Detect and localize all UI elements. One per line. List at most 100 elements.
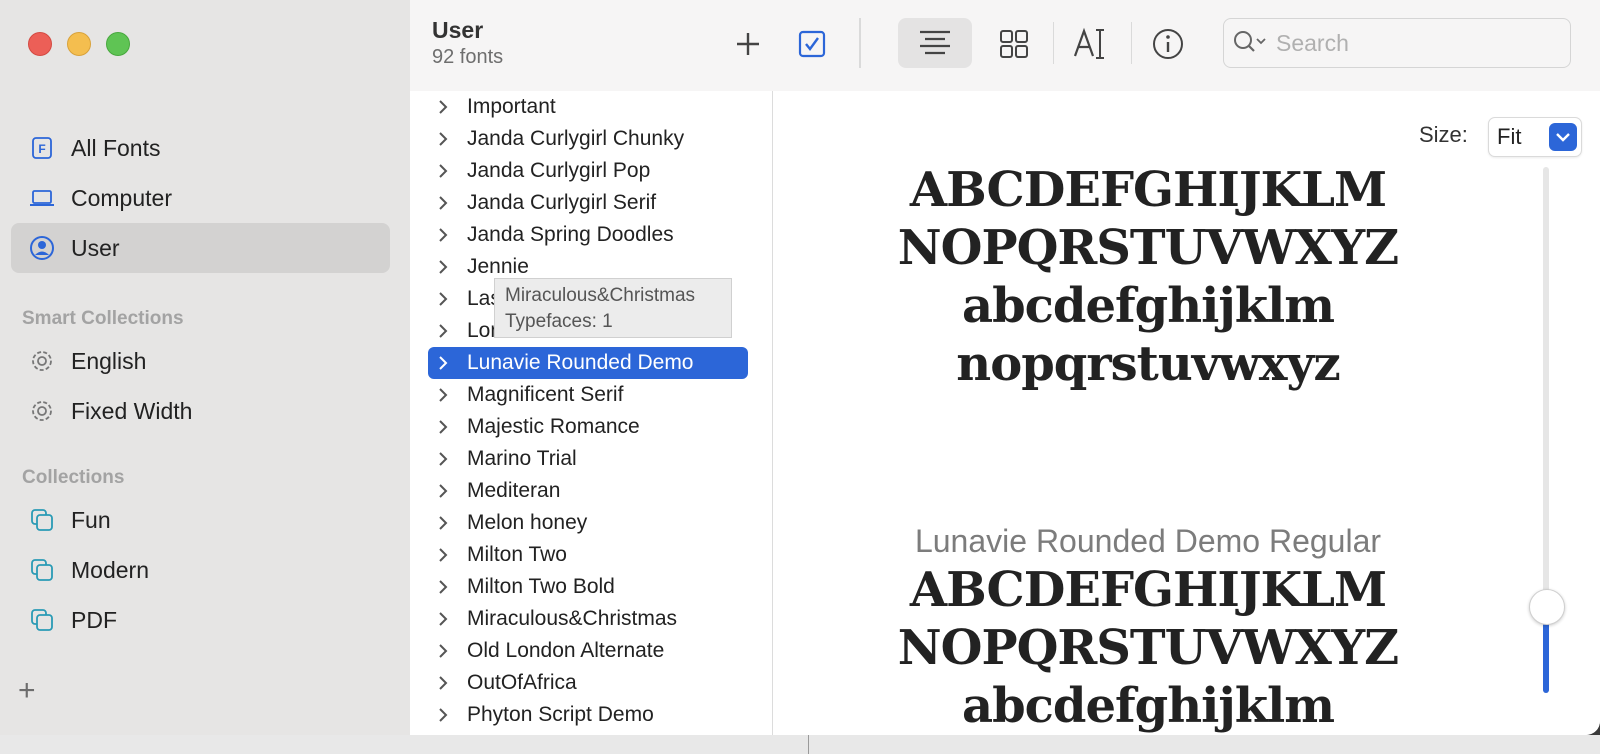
tooltip: Miraculous&Christmas Typefaces: 1 [494, 278, 732, 338]
font-list-item[interactable]: Janda Spring Doodles [428, 219, 748, 251]
user-circle-icon [27, 233, 57, 263]
chevron-right-icon[interactable] [437, 515, 453, 531]
size-value: Fit [1497, 124, 1522, 149]
chevron-right-icon[interactable] [437, 675, 453, 691]
sidebar-item-pdf[interactable]: PDF [11, 595, 390, 645]
font-list-item[interactable]: OutOfAfrica [428, 667, 748, 699]
sidebar-item-label: Fixed Width [71, 397, 193, 424]
font-family-name: Marino Trial [467, 447, 577, 470]
font-family-name: Phyton Script Demo [467, 703, 654, 726]
size-slider-knob[interactable] [1529, 589, 1565, 625]
sidebar-item-label: Modern [71, 556, 149, 583]
grid-view-button[interactable] [994, 24, 1034, 64]
chevron-right-icon[interactable] [437, 483, 453, 499]
chevron-right-icon[interactable] [437, 195, 453, 211]
font-list-item[interactable]: Mediteran [428, 475, 748, 507]
chevron-right-icon[interactable] [437, 163, 453, 179]
chevron-right-icon[interactable] [437, 323, 453, 339]
font-list[interactable]: Important Janda Curlygirl Chunky Janda Cur… [410, 91, 773, 735]
font-book-icon: F [27, 133, 57, 163]
sidebar-item-fixed-width[interactable]: Fixed Width [11, 386, 390, 436]
toolbar: User 92 fonts Search [410, 0, 1600, 92]
close-button[interactable] [28, 32, 52, 56]
font-family-name: Old London Alternate [467, 639, 665, 662]
chevron-right-icon[interactable] [437, 291, 453, 307]
font-list-item[interactable]: Marino Trial [428, 443, 748, 475]
chevron-right-icon[interactable] [437, 419, 453, 435]
chevron-right-icon[interactable] [437, 707, 453, 723]
chevron-right-icon[interactable] [437, 131, 453, 147]
font-size-button[interactable] [1068, 22, 1112, 66]
chevron-right-icon[interactable] [437, 355, 453, 371]
plus-icon [737, 33, 759, 55]
chevron-right-icon[interactable] [437, 99, 453, 115]
sidebar-item-modern[interactable]: Modern [11, 545, 390, 595]
font-list-item[interactable]: Janda Curlygirl Serif [428, 187, 748, 219]
font-list-item[interactable]: Important [428, 91, 748, 123]
sidebar-item-label: English [71, 347, 147, 374]
font-list-item[interactable]: Melon honey [428, 507, 748, 539]
font-list-item[interactable]: Lunavie Rounded Demo [428, 347, 748, 379]
font-list-item[interactable]: Magnificent Serif [428, 379, 748, 411]
chevron-right-icon[interactable] [437, 611, 453, 627]
font-family-name: Majestic Romance [467, 415, 640, 438]
font-family-name: Janda Curlygirl Chunky [467, 127, 685, 150]
sidebar-item-english[interactable]: English [11, 336, 390, 386]
validate-font-button[interactable] [792, 24, 832, 64]
add-font-button[interactable] [728, 24, 768, 64]
toolbar-divider [859, 18, 861, 68]
info-icon [1153, 29, 1183, 59]
chevron-right-icon[interactable] [437, 227, 453, 243]
typeface-name: Lunavie Rounded Demo Regular [914, 523, 1382, 559]
sample-line: abcdefghijklm [962, 678, 1335, 734]
font-family-name: Melon honey [467, 511, 588, 534]
collection-icon [27, 605, 57, 635]
chevron-right-icon[interactable] [437, 643, 453, 659]
font-list-item[interactable]: Milton Two [428, 539, 748, 571]
font-list-item[interactable]: Miraculous&Christmas [428, 603, 748, 635]
sidebar-item-user[interactable]: User [11, 223, 390, 273]
chevron-right-icon[interactable] [437, 387, 453, 403]
font-list-item[interactable]: Majestic Romance [428, 411, 748, 443]
search-field[interactable]: Search [1223, 18, 1571, 68]
window-controls [28, 32, 130, 56]
text-cursor-icon [1073, 27, 1104, 59]
gear-icon [27, 346, 57, 376]
checkbox-icon [798, 30, 826, 58]
font-family-name: Janda Spring Doodles [467, 223, 674, 246]
font-list-item[interactable]: Phyton Script Demo [428, 699, 748, 731]
font-list-item[interactable]: Old London Alternate [428, 635, 748, 667]
font-list-item[interactable]: Janda Curlygirl Chunky [428, 123, 748, 155]
add-collection-button[interactable]: + [18, 676, 36, 706]
sidebar-item-label: All Fonts [71, 134, 161, 161]
font-list-item[interactable]: Janda Curlygirl Pop [428, 155, 748, 187]
toolbar-divider [1053, 22, 1054, 64]
sidebar-item-computer[interactable]: Computer [11, 173, 390, 223]
font-list-item[interactable]: Milton Two Bold [428, 571, 748, 603]
collections-heading: Collections [22, 467, 125, 488]
font-family-name: Jennie [467, 255, 529, 278]
font-family-name: Janda Curlygirl Serif [467, 191, 657, 214]
chevron-right-icon[interactable] [437, 579, 453, 595]
chevron-right-icon[interactable] [437, 547, 453, 563]
laptop-icon [27, 183, 57, 213]
sidebar-item-all-fonts[interactable]: F All Fonts [11, 123, 390, 173]
info-button[interactable] [1146, 22, 1190, 66]
sidebar-item-fun[interactable]: Fun [11, 495, 390, 545]
size-select[interactable]: Fit [1488, 117, 1582, 157]
tooltip-title: Miraculous&Christmas [505, 285, 696, 306]
sample-line: ABCDEFGHIJKLM [909, 162, 1387, 218]
font-family-name: Milton Two [467, 543, 567, 566]
sidebar-item-label: Computer [71, 184, 172, 211]
search-placeholder: Search [1276, 29, 1349, 56]
font-family-name: OutOfAfrica [467, 671, 577, 694]
chevron-right-icon[interactable] [437, 451, 453, 467]
minimize-button[interactable] [67, 32, 91, 56]
font-family-name: Lunavie Rounded Demo [467, 351, 694, 374]
font-family-name: Milton Two Bold [467, 575, 615, 598]
chevron-right-icon[interactable] [437, 259, 453, 275]
sample-view-button[interactable] [898, 18, 972, 68]
collection-icon [27, 555, 57, 585]
maximize-button[interactable] [106, 32, 130, 56]
page-title: User [432, 17, 484, 43]
